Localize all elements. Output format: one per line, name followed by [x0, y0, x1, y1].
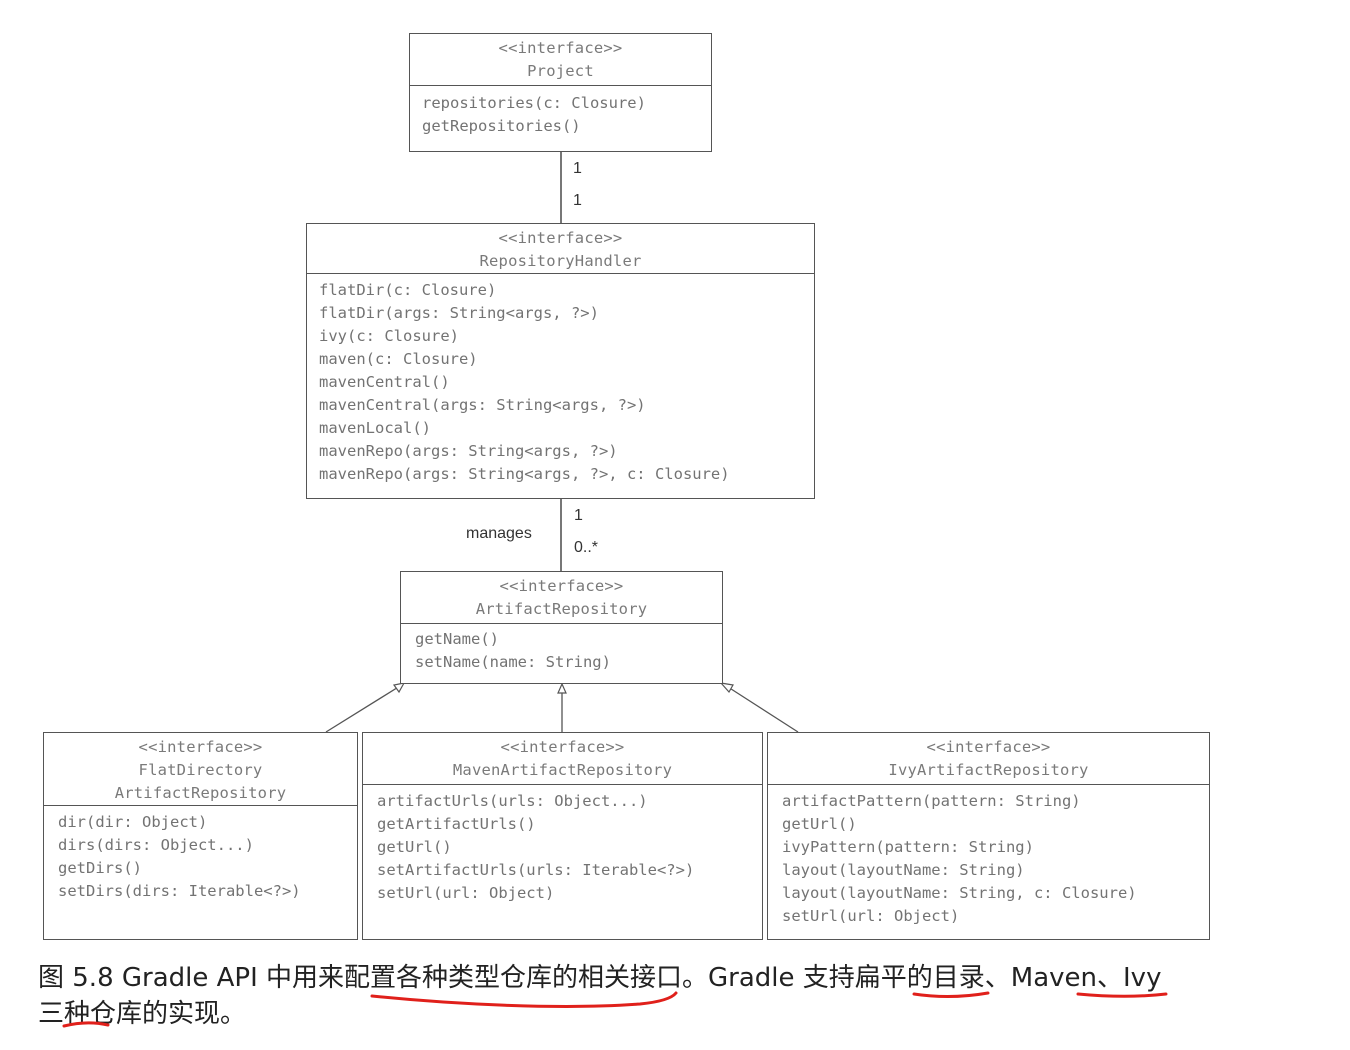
- method-item: ivyPattern(pattern: String): [782, 838, 1034, 856]
- flat-directory-interface-box: <<interface>> FlatDirectory ArtifactRepo…: [43, 732, 358, 940]
- method-item: mavenRepo(args: String<args, ?>): [319, 442, 618, 460]
- flat-directory-header: <<interface>> FlatDirectory ArtifactRepo…: [44, 733, 357, 806]
- method-item: setUrl(url: Object): [782, 907, 960, 925]
- method-item: ivy(c: Closure): [319, 327, 459, 345]
- method-item: repositories(c: Closure): [422, 94, 646, 112]
- flat-directory-methods: dir(dir: Object) dirs(dirs: Object...) g…: [44, 806, 357, 903]
- artifact-repository-methods: getName() setName(name: String): [401, 624, 722, 674]
- method-item: mavenCentral(args: String<args, ?>): [319, 396, 646, 414]
- flat-directory-stereotype: <<interface>>: [138, 738, 263, 756]
- method-item: mavenLocal(): [319, 419, 431, 437]
- ivy-generalization-arrow: [719, 682, 734, 694]
- multiplicity-manages-target: 0..*: [574, 539, 599, 556]
- method-item: maven(c: Closure): [319, 350, 478, 368]
- flatdir-generalization-line: [325, 685, 401, 733]
- maven-generalization-arrow: [557, 682, 567, 694]
- method-item: getArtifactUrls(): [377, 815, 536, 833]
- maven-artifact-name: MavenArtifactRepository: [452, 761, 673, 779]
- repository-handler-stereotype: <<interface>>: [498, 229, 623, 247]
- method-item: setUrl(url: Object): [377, 884, 555, 902]
- maven-artifact-methods: artifactUrls(urls: Object...) getArtifac…: [363, 785, 762, 905]
- repository-handler-header: <<interface>> RepositoryHandler: [307, 224, 814, 274]
- maven-artifact-header: <<interface>> MavenArtifactRepository: [363, 733, 762, 785]
- method-item: getUrl(): [782, 815, 857, 833]
- artifact-repository-stereotype: <<interface>>: [499, 577, 624, 595]
- caption-line-2: 三种仓库的实现。: [38, 999, 247, 1029]
- method-item: dirs(dirs: Object...): [58, 836, 254, 854]
- method-item: layout(layoutName: String, c: Closure): [782, 884, 1137, 902]
- method-item: flatDir(c: Closure): [319, 281, 497, 299]
- method-item: mavenRepo(args: String<args, ?>, c: Clos…: [319, 465, 730, 483]
- ivy-artifact-interface-box: <<interface>> IvyArtifactRepository arti…: [767, 732, 1210, 940]
- method-item: setDirs(dirs: Iterable<?>): [58, 882, 301, 900]
- method-item: artifactPattern(pattern: String): [782, 792, 1081, 810]
- artifact-repository-interface-box: <<interface>> ArtifactRepository getName…: [400, 571, 723, 684]
- project-stereotype: <<interface>>: [498, 39, 623, 57]
- project-interface-box: <<interface>> Project repositories(c: Cl…: [409, 33, 712, 152]
- method-item: setArtifactUrls(urls: Iterable<?>): [377, 861, 695, 879]
- ivy-artifact-header: <<interface>> IvyArtifactRepository: [768, 733, 1209, 785]
- method-item: layout(layoutName: String): [782, 861, 1025, 879]
- repository-handler-interface-box: <<interface>> RepositoryHandler flatDir(…: [306, 223, 815, 499]
- project-header: <<interface>> Project: [410, 34, 711, 86]
- artifact-repository-name: ArtifactRepository: [475, 600, 648, 618]
- ivy-artifact-name: IvyArtifactRepository: [888, 761, 1089, 779]
- maven-artifact-stereotype: <<interface>>: [500, 738, 625, 756]
- caption-line-1: 图 5.8 Gradle API 中用来配置各种类型仓库的相关接口。Gradle…: [38, 963, 1162, 993]
- method-item: setName(name: String): [415, 653, 611, 671]
- multiplicity-handler-side: 1: [573, 192, 582, 209]
- flat-directory-name-line1: FlatDirectory: [138, 761, 263, 779]
- artifact-repository-header: <<interface>> ArtifactRepository: [401, 572, 722, 624]
- multiplicity-project-side: 1: [573, 160, 582, 177]
- method-item: getDirs(): [58, 859, 142, 877]
- method-item: mavenCentral(): [319, 373, 450, 391]
- flat-directory-name-line2: ArtifactRepository: [114, 784, 287, 802]
- flatdir-generalization-arrow: [392, 682, 406, 694]
- repository-handler-name: RepositoryHandler: [479, 252, 642, 270]
- ivy-generalization-line: [727, 686, 799, 733]
- ivy-artifact-methods: artifactPattern(pattern: String) getUrl(…: [768, 785, 1209, 928]
- repository-handler-methods: flatDir(c: Closure) flatDir(args: String…: [307, 274, 814, 486]
- method-item: flatDir(args: String<args, ?>): [319, 304, 599, 322]
- multiplicity-manages-source: 1: [574, 507, 583, 524]
- method-item: artifactUrls(urls: Object...): [377, 792, 648, 810]
- method-item: getRepositories(): [422, 117, 581, 135]
- method-item: dir(dir: Object): [58, 813, 208, 831]
- method-item: getName(): [415, 630, 499, 648]
- method-item: getUrl(): [377, 838, 452, 856]
- project-methods: repositories(c: Closure) getRepositories…: [410, 86, 711, 138]
- figure-caption: 图 5.8 Gradle API 中用来配置各种类型仓库的相关接口。Gradle…: [38, 960, 1298, 1032]
- maven-artifact-interface-box: <<interface>> MavenArtifactRepository ar…: [362, 732, 763, 940]
- project-name: Project: [527, 62, 594, 80]
- ivy-artifact-stereotype: <<interface>>: [926, 738, 1051, 756]
- association-label-manages: manages: [466, 525, 532, 542]
